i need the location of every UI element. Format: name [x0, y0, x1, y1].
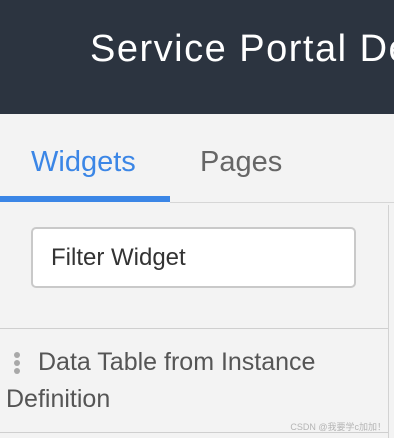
tab-widgets[interactable]: Widgets	[31, 146, 136, 179]
list-divider-top	[0, 328, 388, 329]
watermark: CSDN @我要学c加加！	[290, 422, 386, 432]
app-header: Service Portal Designer	[0, 0, 394, 114]
filter-widget-input[interactable]	[31, 227, 356, 288]
widget-list-item[interactable]: Data Table from Instance Definition	[0, 330, 388, 432]
tab-bar-divider	[170, 202, 394, 203]
widget-list-item-label: Data Table from Instance Definition	[6, 348, 316, 413]
app-title: Service Portal Designer	[90, 28, 394, 70]
panel-divider	[388, 205, 389, 438]
active-tab-indicator	[0, 196, 170, 202]
tab-bar: Widgets Pages	[0, 114, 394, 206]
tab-pages[interactable]: Pages	[200, 146, 282, 179]
